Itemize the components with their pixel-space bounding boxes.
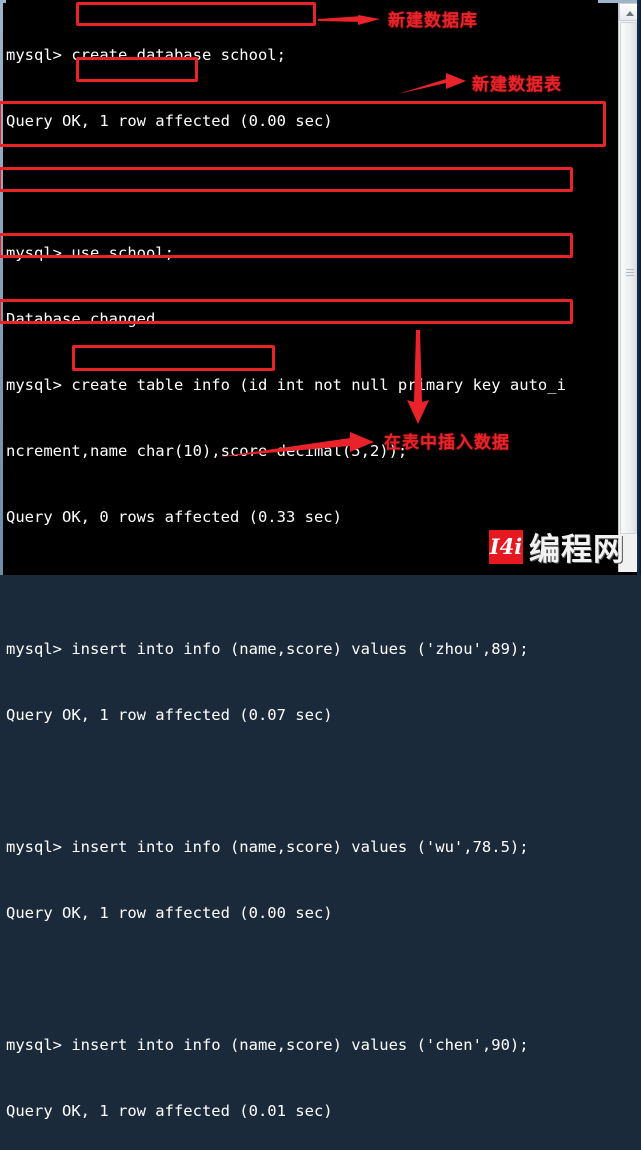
annotation-insert-data: 在表中插入数据 [384, 433, 510, 453]
terminal-line: Query OK, 1 row affected (0.00 sec) [6, 112, 333, 130]
terminal-line: mysql> insert into info (name,score) val… [6, 1036, 529, 1054]
scrollbar-thumb[interactable] [620, 22, 637, 534]
vertical-scrollbar[interactable] [618, 3, 638, 572]
annotation-create-table: 新建数据表 [472, 75, 562, 95]
screenshot-root: mysql> create database school; Query OK,… [0, 0, 641, 1120]
terminal-line: mysql> create database school; [6, 46, 286, 64]
terminal-line: mysql> insert into info (name,score) val… [6, 838, 529, 856]
scroll-up-arrow-icon[interactable] [619, 3, 638, 21]
terminal-line: Database changed [6, 310, 156, 328]
terminal-line: Query OK, 1 row affected (0.01 sec) [6, 1102, 333, 1120]
terminal-line: Query OK, 1 row affected (0.00 sec) [6, 904, 333, 922]
watermark-logo-icon: I4i [489, 529, 523, 564]
window-right-edge [637, 0, 641, 575]
annotation-create-database: 新建数据库 [388, 11, 478, 31]
terminal-line: Query OK, 1 row affected (0.07 sec) [6, 706, 333, 724]
watermark-text: 编程网 [529, 532, 625, 568]
terminal-line: mysql> insert into info (name,score) val… [6, 640, 529, 658]
scrollbar-grip-icon [626, 269, 634, 277]
watermark: I4i 编程网 [489, 524, 625, 569]
terminal-line: mysql> create table info (id int not nul… [6, 376, 566, 394]
terminal-line: mysql> use school; [6, 244, 174, 262]
